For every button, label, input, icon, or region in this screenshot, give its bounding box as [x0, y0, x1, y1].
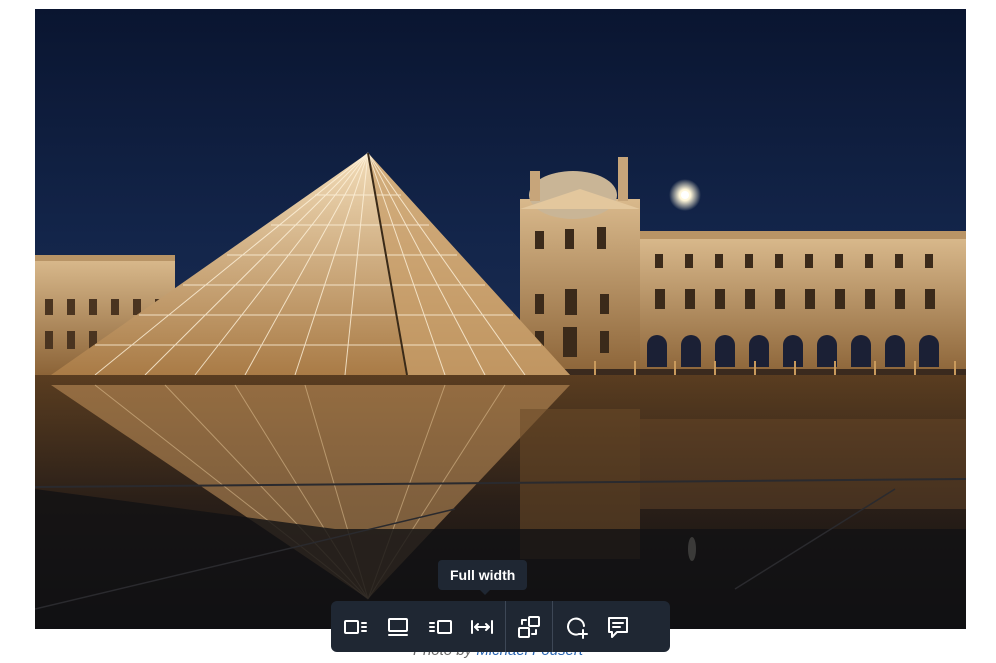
replace-image-button[interactable] [508, 606, 550, 648]
layout-group [335, 601, 503, 652]
full-width-button[interactable] [461, 606, 503, 648]
align-left-button[interactable] [335, 606, 377, 648]
wide-button[interactable] [377, 606, 419, 648]
full-width-tooltip: Full width [438, 560, 528, 595]
toolbar-divider [505, 601, 506, 652]
photo-illustration [35, 9, 966, 629]
extras-group [555, 601, 639, 652]
caption-icon [608, 616, 628, 638]
caption-button[interactable] [597, 606, 639, 648]
align-left-icon [344, 619, 367, 634]
editor-canvas: Photo by Michael Fousert Full width [0, 0, 996, 663]
replace-group [508, 601, 550, 652]
align-right-icon [429, 619, 452, 634]
toolbar-divider [552, 601, 553, 652]
align-right-button[interactable] [419, 606, 461, 648]
wide-icon [388, 617, 408, 636]
replace-image-icon [518, 615, 540, 638]
image-toolbar [331, 601, 670, 652]
louvre-photo[interactable] [35, 9, 966, 629]
full-width-icon [471, 619, 493, 634]
add-link-button[interactable] [555, 606, 597, 648]
add-link-icon [567, 617, 588, 639]
